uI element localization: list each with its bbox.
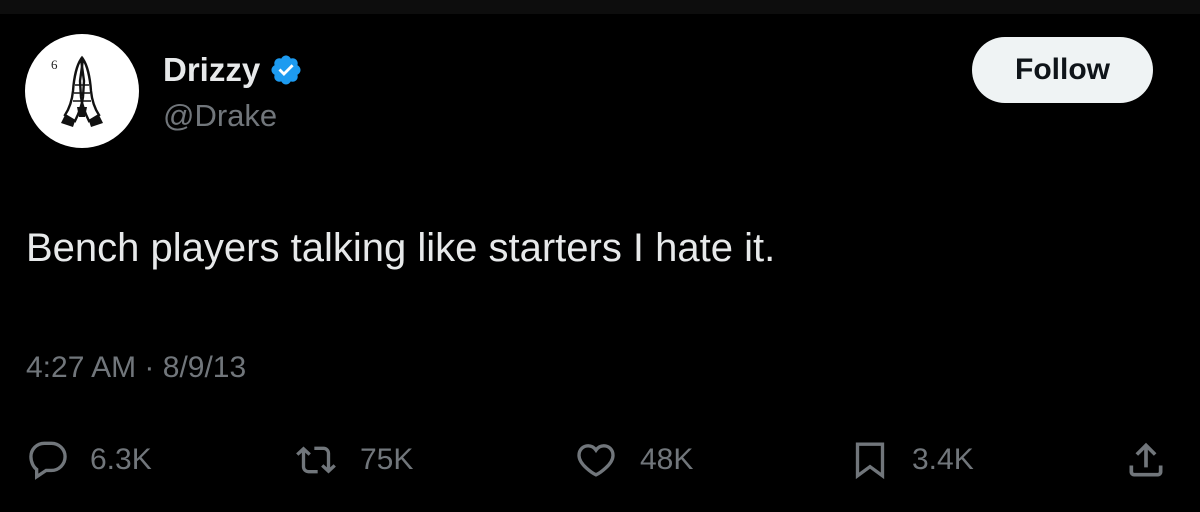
tweet-date[interactable]: 8/9/13 [163, 351, 246, 384]
reply-icon [29, 441, 67, 480]
repost-count: 75K [360, 443, 414, 476]
heart-icon [577, 444, 615, 477]
follow-button[interactable]: Follow [972, 37, 1153, 103]
author-name-row: Drizzy [163, 50, 303, 90]
repost-icon [296, 446, 336, 474]
author-handle[interactable]: @Drake [163, 96, 277, 136]
like-button[interactable]: 48K [574, 435, 693, 485]
tweet-meta: 4:27 AM · 8/9/13 [26, 348, 246, 388]
verified-badge-icon [269, 53, 303, 87]
share-button[interactable] [1124, 435, 1168, 485]
reply-button[interactable]: 6.3K [28, 435, 152, 485]
repost-button[interactable]: 75K [294, 435, 413, 485]
like-count: 48K [640, 443, 694, 476]
author-display-name[interactable]: Drizzy [163, 50, 260, 90]
bookmark-count: 3.4K [912, 443, 974, 476]
tweet-time[interactable]: 4:27 AM [26, 351, 136, 384]
meta-separator: · [144, 351, 155, 384]
action-bar: 6.3K 75K 48K 3.4K [0, 435, 1200, 485]
svg-text:6: 6 [51, 57, 58, 72]
praying-hands-icon: 6 [51, 55, 103, 127]
bookmark-icon [855, 442, 885, 480]
tweet-text: Bench players talking like starters I ha… [26, 226, 776, 270]
avatar[interactable]: 6 [25, 34, 139, 148]
reply-count: 6.3K [90, 443, 152, 476]
top-bar [0, 0, 1200, 14]
share-icon [1129, 442, 1163, 477]
bookmark-button[interactable]: 3.4K [850, 435, 974, 485]
